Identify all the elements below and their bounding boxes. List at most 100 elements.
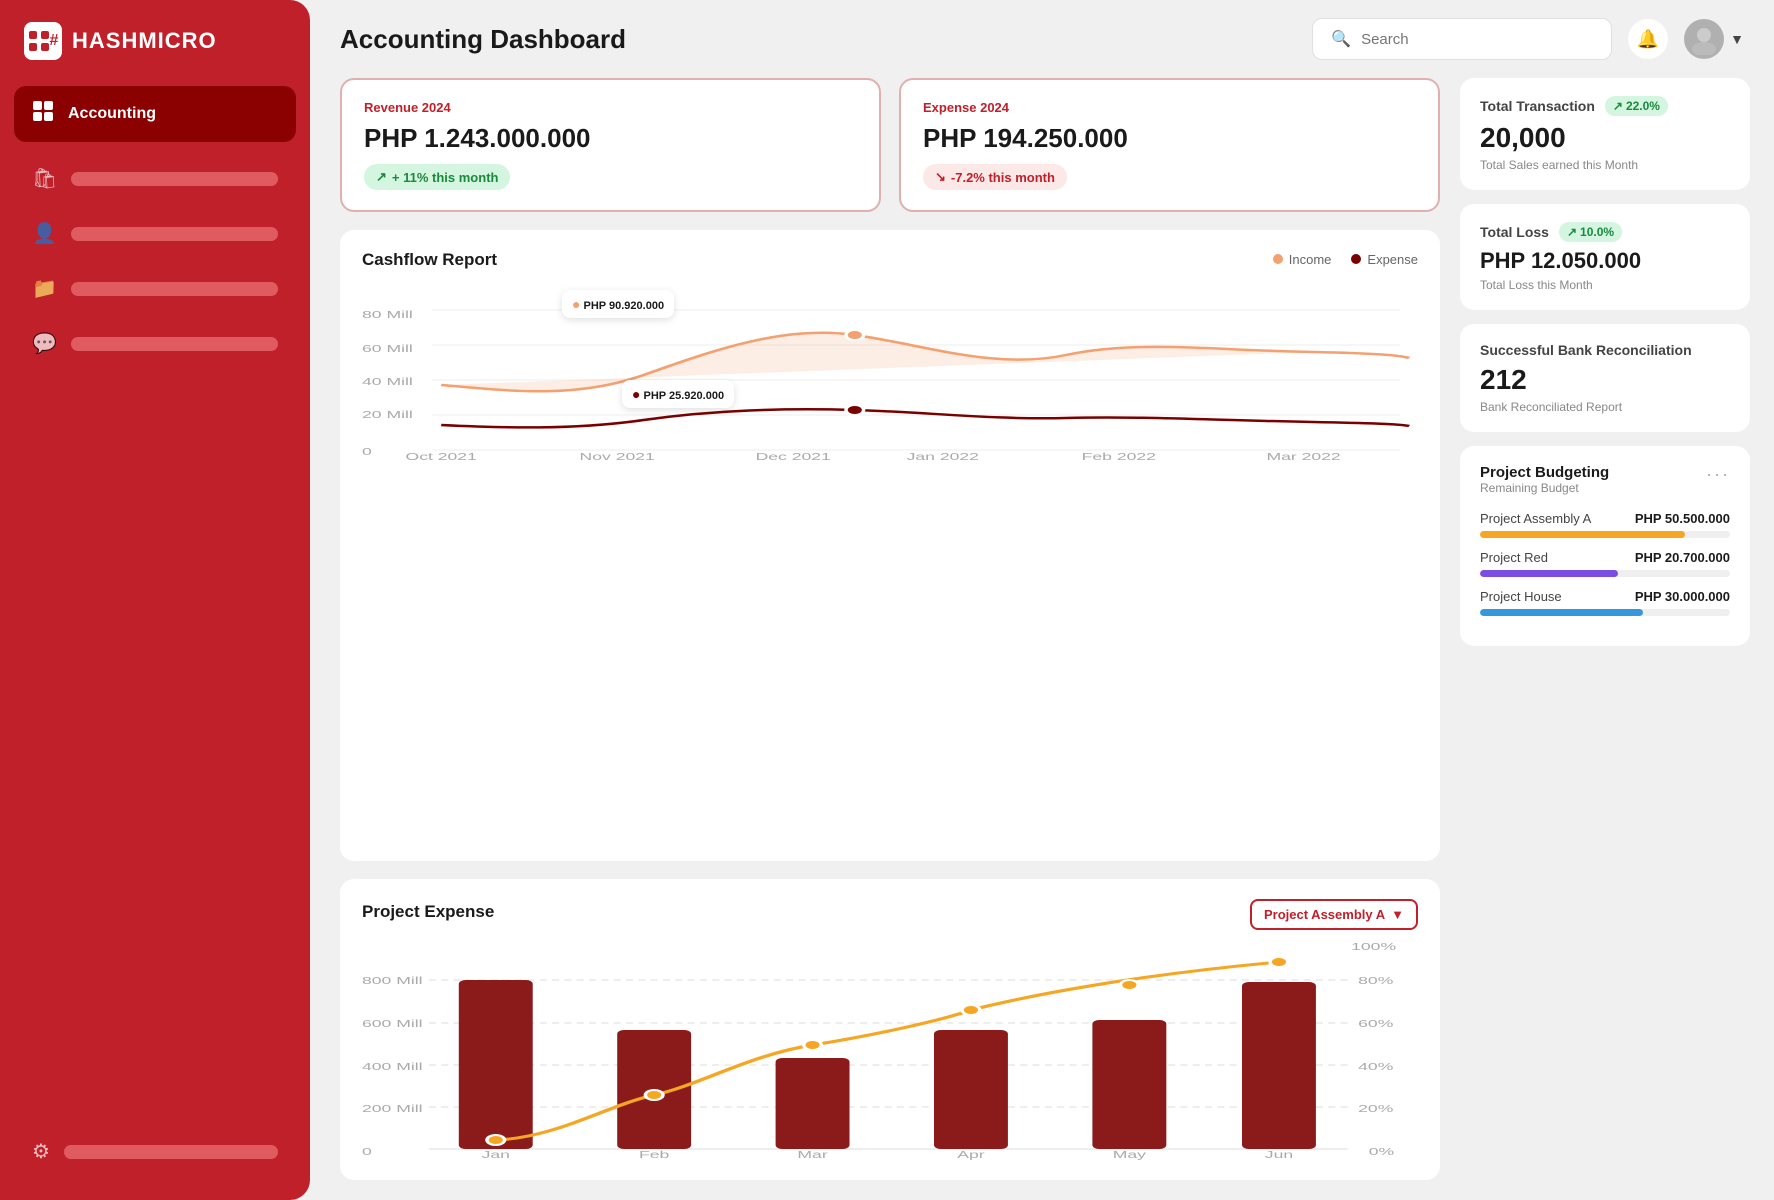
budget-item-house: Project House PHP 30.000.000 (1480, 589, 1730, 616)
sidebar-item-files[interactable]: 📁 (14, 264, 296, 313)
expense-legend: Expense (1351, 252, 1418, 267)
total-transaction-header: Total Transaction ↗ 22.0% (1480, 96, 1730, 116)
nav-label-bar-settings (64, 1145, 278, 1159)
project-expense-title: Project Expense (362, 902, 494, 922)
expense-dot (1351, 254, 1361, 264)
bank-reconciliation-sub: Bank Reconciliated Report (1480, 400, 1730, 414)
revenue-card: Revenue 2024 PHP 1.243.000.000 ↗ + 11% t… (340, 78, 881, 212)
total-loss-header: Total Loss ↗ 10.0% (1480, 222, 1730, 242)
expense-card: Expense 2024 PHP 194.250.000 ↘ -7.2% thi… (899, 78, 1440, 212)
chevron-down-icon: ▼ (1730, 31, 1744, 47)
expense-label: Expense 2024 (923, 100, 1416, 115)
svg-text:20%: 20% (1358, 1104, 1394, 1115)
logo-text: HASHMICRO (72, 28, 217, 54)
svg-text:80 Mill: 80 Mill (362, 310, 413, 321)
budget-bar-house (1480, 609, 1643, 616)
cashflow-title: Cashflow Report (362, 250, 497, 270)
nav-label-bar-1 (71, 172, 278, 186)
trending-up-icon-tl: ↗ (1567, 225, 1577, 239)
svg-text:100%: 100% (1351, 942, 1396, 953)
svg-text:40%: 40% (1358, 1062, 1394, 1073)
svg-text:Jun: Jun (1265, 1150, 1293, 1160)
svg-text:800 Mill: 800 Mill (362, 976, 423, 987)
total-loss-card: Total Loss ↗ 10.0% PHP 12.050.000 Total … (1460, 204, 1750, 310)
nav-label-bar-3 (71, 282, 278, 296)
sidebar-item-people[interactable]: 👤 (14, 209, 296, 258)
sidebar-logo: # HASHMICRO (0, 0, 310, 82)
avatar-area[interactable]: ▼ (1684, 19, 1744, 59)
total-transaction-title: Total Transaction (1480, 98, 1595, 114)
budget-item-house-name: Project House (1480, 589, 1562, 604)
svg-text:Mar 2022: Mar 2022 (1266, 452, 1340, 460)
logo-icon: # (24, 22, 62, 60)
svg-text:May: May (1113, 1150, 1147, 1160)
svg-text:200 Mill: 200 Mill (362, 1104, 423, 1115)
total-transaction-card: Total Transaction ↗ 22.0% 20,000 Total S… (1460, 78, 1750, 190)
svg-text:80%: 80% (1358, 976, 1394, 987)
budget-item-house-value: PHP 30.000.000 (1635, 589, 1730, 604)
svg-text:0: 0 (362, 1147, 372, 1158)
revenue-badge-text: + 11% this month (392, 170, 499, 185)
svg-text:Feb: Feb (639, 1150, 669, 1160)
sidebar-item-sales[interactable]: 🛍 (14, 154, 296, 203)
revenue-label: Revenue 2024 (364, 100, 857, 115)
settings-icon: ⚙ (32, 1139, 50, 1164)
search-box[interactable]: 🔍 (1312, 18, 1612, 60)
dashboard: Revenue 2024 PHP 1.243.000.000 ↗ + 11% t… (310, 70, 1774, 1200)
total-loss-badge: ↗ 10.0% (1559, 222, 1622, 242)
project-dropdown-button[interactable]: Project Assembly A ▼ (1250, 899, 1418, 930)
budget-bar-assembly (1480, 531, 1685, 538)
topbar: Accounting Dashboard 🔍 🔔 ▼ (310, 0, 1774, 70)
budget-bar-assembly-bg (1480, 531, 1730, 538)
project-expense-header: Project Expense Project Assembly A ▼ (362, 899, 1418, 930)
budget-item-assembly-header: Project Assembly A PHP 50.500.000 (1480, 511, 1730, 526)
sidebar-item-chat[interactable]: 💬 (14, 319, 296, 368)
budget-bar-house-bg (1480, 609, 1730, 616)
svg-text:20 Mill: 20 Mill (362, 410, 413, 421)
notification-button[interactable]: 🔔 (1628, 19, 1668, 59)
revenue-badge: ↗ + 11% this month (364, 164, 510, 190)
avatar (1684, 19, 1724, 59)
total-transaction-value: 20,000 (1480, 122, 1730, 154)
nav-label-bar-2 (71, 227, 278, 241)
project-dropdown-label: Project Assembly A (1264, 907, 1385, 922)
budget-bar-red (1480, 570, 1618, 577)
trending-up-icon-tt: ↗ (1613, 99, 1623, 113)
accounting-icon (32, 100, 54, 128)
cashflow-legend: Income Expense (1273, 252, 1418, 267)
svg-text:Feb 2022: Feb 2022 (1082, 452, 1156, 460)
sidebar-item-accounting[interactable]: Accounting (14, 86, 296, 142)
project-budgeting-card: Project Budgeting Remaining Budget ··· P… (1460, 446, 1750, 646)
bank-reconciliation-card: Successful Bank Reconciliation 212 Bank … (1460, 324, 1750, 432)
svg-text:60%: 60% (1358, 1019, 1394, 1030)
bank-reconciliation-value: 212 (1480, 364, 1730, 396)
search-input[interactable] (1361, 31, 1593, 48)
revenue-value: PHP 1.243.000.000 (364, 123, 857, 154)
budget-item-assembly-name: Project Assembly A (1480, 511, 1591, 526)
svg-text:0: 0 (362, 447, 372, 458)
main-content: Accounting Dashboard 🔍 🔔 ▼ Revenue 2024 (310, 0, 1774, 1200)
accounting-label: Accounting (68, 105, 156, 123)
svg-text:400 Mill: 400 Mill (362, 1062, 423, 1073)
budget-bar-red-bg (1480, 570, 1730, 577)
cashflow-card: Cashflow Report Income Expense (340, 230, 1440, 861)
svg-text:Oct 2021: Oct 2021 (406, 452, 477, 460)
total-transaction-badge-value: 22.0% (1626, 99, 1660, 113)
budget-item-house-header: Project House PHP 30.000.000 (1480, 589, 1730, 604)
svg-text:600 Mill: 600 Mill (362, 1019, 423, 1030)
trending-up-icon: ↗ (376, 169, 387, 185)
project-budgeting-sub: Remaining Budget (1480, 481, 1609, 495)
svg-text:0%: 0% (1369, 1147, 1395, 1158)
stat-cards: Revenue 2024 PHP 1.243.000.000 ↗ + 11% t… (340, 78, 1440, 212)
budget-item-red-name: Project Red (1480, 550, 1548, 565)
income-legend: Income (1273, 252, 1332, 267)
more-options-icon[interactable]: ··· (1706, 464, 1730, 485)
expense-legend-label: Expense (1367, 252, 1418, 267)
project-expense-chart: 0 200 Mill 400 Mill 600 Mill 800 Mill 0%… (362, 940, 1418, 1160)
bank-reconciliation-header: Successful Bank Reconciliation (1480, 342, 1730, 358)
svg-text:Jan: Jan (482, 1150, 510, 1160)
sidebar: # HASHMICRO Accounting 🛍 👤 📁 (0, 0, 310, 1200)
sidebar-item-settings[interactable]: ⚙ (14, 1127, 296, 1176)
people-icon: 👤 (32, 221, 57, 246)
total-loss-badge-value: 10.0% (1580, 225, 1614, 239)
